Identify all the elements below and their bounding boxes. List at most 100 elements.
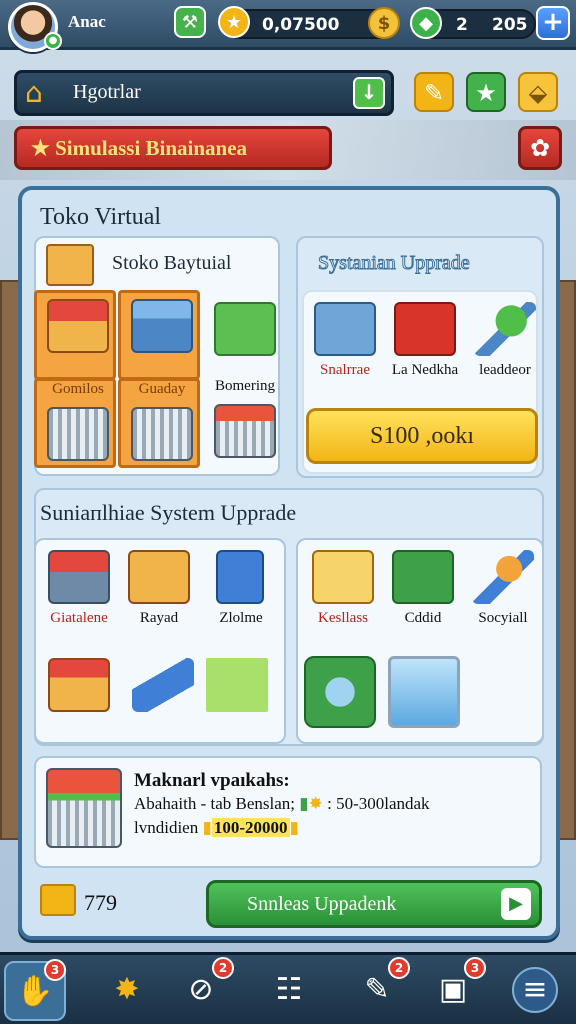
info-line-1-text: Abahaith - tab Benslan; (134, 794, 295, 813)
top-status-bar: ● Anac ⚒ 0,07500 ★ $ 2 205 ◆ + (0, 0, 576, 52)
display-cart-icon (48, 550, 110, 604)
upgrade-item-label: Zlolme (219, 610, 263, 626)
upgrade-item-scroll[interactable]: Kesllass (302, 544, 384, 634)
scanner-icon: ✎ (364, 972, 390, 1007)
notification-badge: 2 (388, 957, 410, 979)
nav-manager-button[interactable]: ✋ 3 (4, 959, 66, 1021)
store-item-label: Guaday (138, 381, 186, 397)
box-icon (128, 550, 190, 604)
gem-icon: ▮ (299, 794, 309, 813)
stamp-icon (474, 302, 536, 356)
monitor-icon (388, 656, 460, 728)
kiosk-icon (314, 302, 376, 356)
online-status-icon: ● (44, 32, 62, 50)
scroll-icon (312, 550, 374, 604)
notification-badge: 3 (44, 959, 66, 981)
resource-a-value: 2 (456, 15, 468, 35)
wrench-icon[interactable]: ⚒ (174, 6, 206, 38)
player-name: Anac (68, 12, 106, 31)
sparkle-icon: ✸ (114, 972, 140, 1007)
system-item-tool[interactable]: leaddeor (464, 296, 546, 386)
coin-icon: ▮ (289, 818, 299, 837)
store-item-label: Bomering (215, 378, 275, 394)
upgrade-item-crate[interactable] (38, 652, 120, 742)
location-label: Hgotrlar (73, 81, 141, 103)
store-item-cooler[interactable] (118, 290, 200, 380)
upgrade-item-monitor[interactable] (386, 654, 468, 744)
store-item-cart-meat[interactable]: Bomering (204, 378, 286, 468)
store-item-register[interactable] (204, 296, 286, 386)
cart-produce-icon (46, 768, 122, 848)
system-card-title: Systanian Upprade (318, 252, 471, 275)
info-line-1-range: : 50-300landak (327, 794, 430, 813)
purchase-price-button[interactable]: S100 ,ookı (306, 408, 538, 464)
tools-icon: ⊘ (188, 972, 214, 1007)
fridge-icon (216, 550, 264, 604)
gold-box-icon (40, 884, 76, 916)
currency-value: 0,07500 (262, 15, 340, 35)
crate-icon (48, 658, 110, 712)
upgrade-item-display-cart[interactable]: Giatalene (38, 544, 120, 634)
simulation-banner[interactable]: ★ Simulassi Binainanea (14, 126, 332, 170)
upgrade-item-box[interactable]: Rayad (118, 544, 200, 634)
resource-b-value: 205 (492, 15, 528, 35)
info-line-2-range: 100-20000 (211, 818, 290, 837)
location-dropdown-button[interactable]: ↓ (353, 77, 385, 109)
register-icon (214, 302, 276, 356)
scanner-icon (132, 658, 194, 712)
coin-icon: ▮ (202, 818, 212, 837)
star-favorite-icon[interactable]: ★ (466, 72, 506, 112)
store-item-cart-goods[interactable]: Guaday (118, 378, 200, 468)
store-box-icon (46, 244, 94, 286)
upgrade-item-barcode-scanner[interactable] (302, 654, 384, 744)
panel-title: Toko Virtual (40, 204, 162, 230)
paint-icon[interactable]: ✎ (414, 72, 454, 112)
notification-badge: 3 (464, 957, 486, 979)
upgrade-item-label: Socyiall (478, 610, 528, 626)
section2-title: Suniaпlhiae System Upprade (40, 500, 297, 525)
info-line-2-text: lvndidien (134, 818, 199, 837)
book-icon (394, 302, 456, 356)
store-item-label: Gomilos (52, 381, 104, 397)
upgrade-item-shelf[interactable]: Cddid (382, 544, 464, 634)
location-bar[interactable]: ⌂ Hgotrlar ↓ (14, 70, 394, 116)
system-item-book[interactable]: La Nedkha (384, 296, 466, 386)
store-item-produce-crate[interactable] (34, 290, 116, 380)
upgrade-item-label: Rayad (139, 610, 179, 626)
upgrade-item-scanner[interactable] (122, 652, 204, 742)
tag-icon[interactable]: ⬙ (518, 72, 558, 112)
nav-events-button[interactable]: ✸ (96, 961, 158, 1021)
upgrade-button[interactable]: Snnleas Uppadenk ▶ (206, 880, 542, 928)
store-item-cart-produce[interactable]: Gomilos (34, 378, 116, 468)
upgrade-item-stamp[interactable]: Socyiall (462, 544, 544, 634)
store-card-title: Stoko Baytuial (112, 252, 232, 274)
barcode-scanner-icon (304, 656, 376, 728)
system-item-kiosk[interactable]: Snalrrae (304, 296, 386, 386)
cart-icon (47, 407, 109, 461)
add-currency-button[interactable]: + (536, 6, 570, 40)
nav-shop-button[interactable]: ▣ 3 (422, 957, 486, 1021)
upgrade-item-fridge[interactable]: Zlolme (200, 544, 282, 634)
list-icon: ☷ (275, 972, 303, 1007)
notification-icon[interactable]: ✿ (518, 126, 562, 170)
notification-badge: 2 (212, 957, 234, 979)
gem-icon: ◆ (410, 7, 442, 39)
cart-icon (214, 404, 276, 458)
nav-scanner-button[interactable]: ✎ 2 (346, 957, 410, 1021)
arrow-right-icon: ▶ (501, 888, 531, 920)
stamp-icon (472, 550, 534, 604)
coin-icon: $ (368, 7, 400, 39)
empty-slot-icon (206, 658, 268, 712)
sparkle-icon: ✸ (308, 794, 323, 813)
bottom-navigation: ✋ 3 ✸ ⊘ 2 ☷ ✎ 2 ▣ 3 ≡ (0, 952, 576, 1024)
nav-list-button[interactable]: ☷ (258, 961, 320, 1021)
shop-icon: ▣ (438, 972, 468, 1007)
system-item-label: leaddeor (479, 362, 531, 378)
nav-tools-button[interactable]: ⊘ 2 (170, 957, 234, 1021)
nav-menu-button[interactable]: ≡ (504, 961, 566, 1021)
cooler-icon (131, 299, 193, 353)
home-icon: ⌂ (25, 76, 43, 109)
gold-count: 779 (84, 890, 117, 915)
upgrade-item-empty-slot[interactable] (196, 652, 278, 742)
star-currency-icon: ★ (218, 6, 250, 38)
